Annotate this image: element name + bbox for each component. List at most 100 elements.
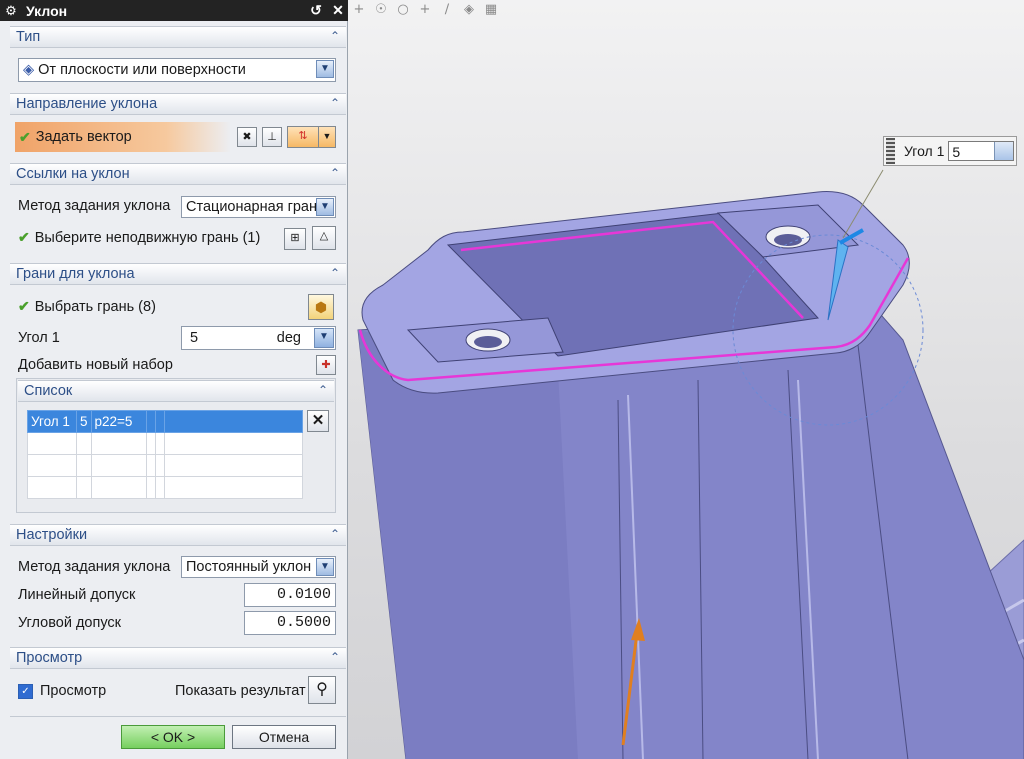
surface-icon: ◈ [23, 62, 35, 78]
dialog-footer [10, 716, 346, 717]
dialog-titlebar[interactable]: ⚙ Уклон ↺ ✕ [0, 0, 348, 21]
callout-angle-label: Угол 1 [904, 143, 945, 159]
chevron-up-icon[interactable]: ⌃ [318, 383, 328, 397]
section-faces-header[interactable]: Грани для уклона ⌃ [10, 263, 346, 285]
fixed-face-row[interactable]: ✔ Выберите неподвижную грань (1) [18, 229, 260, 246]
table-cell-expr: p22=5 [90, 410, 147, 433]
chevron-up-icon[interactable]: ⌃ [330, 527, 340, 541]
magnifier-icon[interactable]: ⚲ [308, 676, 336, 704]
draft-method-label: Метод задания уклона [18, 198, 171, 214]
table-cell [163, 432, 304, 455]
draft-method-value: Стационарная грань [186, 199, 325, 215]
fixed-face-label: Выберите неподвижную грань (1) [34, 229, 261, 246]
section-settings-header[interactable]: Настройки ⌃ [10, 524, 346, 546]
table-cell [145, 432, 156, 455]
table-cell [27, 454, 77, 477]
section-faces-title: Грани для уклона [16, 266, 135, 282]
cancel-button[interactable]: Отмена [232, 725, 336, 749]
preview-checkbox-row[interactable]: ✓ Просмотр [18, 683, 106, 699]
face-set-table[interactable]: Угол 1 5 p22=5 [27, 410, 304, 499]
infer-vector-icon[interactable]: ⊥ [262, 127, 282, 147]
section-references-header[interactable]: Ссылки на уклон ⌃ [10, 163, 346, 185]
close-icon[interactable]: ✕ [328, 1, 348, 20]
table-cell [163, 410, 304, 433]
list-header[interactable]: Список ⌃ [18, 380, 334, 402]
table-cell [76, 476, 92, 499]
table-cell [145, 410, 156, 433]
gear-icon: ⚙ [5, 2, 17, 18]
table-cell [145, 454, 156, 477]
check-icon: ✔ [18, 229, 30, 245]
draft-dialog: ⚙ Уклон ↺ ✕ Тип ⌃ ◈ От плоскости или пов… [0, 0, 348, 759]
chevron-up-icon[interactable]: ⌃ [330, 266, 340, 280]
face-select-icon[interactable]: ⊞ [284, 228, 306, 250]
select-face-label: Выбрать грань (8) [34, 298, 156, 315]
specify-vector-label: Задать вектор [35, 129, 132, 145]
callout-grip-icon[interactable] [886, 138, 895, 164]
section-direction-title: Направление уклона [16, 96, 158, 112]
vector-type-icon[interactable]: ⇅ [287, 126, 319, 148]
section-references-title: Ссылки на уклон [16, 166, 130, 182]
linear-tolerance-input[interactable]: 0.0100 [244, 583, 336, 607]
plane-icon[interactable]: △ [312, 226, 336, 250]
table-cell [27, 432, 77, 455]
settings-method-value: Постоянный уклон [186, 559, 312, 575]
table-row[interactable] [27, 432, 304, 455]
angular-tolerance-input[interactable]: 0.5000 [244, 611, 336, 635]
chevron-up-icon[interactable]: ⌃ [330, 166, 340, 180]
table-cell [76, 432, 92, 455]
angle-input[interactable]: 5 deg ▼ [181, 326, 336, 350]
chevron-down-icon[interactable] [994, 142, 1014, 160]
preview-checkbox[interactable]: ✓ [18, 683, 33, 699]
show-result-label: Показать результат [175, 683, 306, 699]
section-type-header[interactable]: Тип ⌃ [10, 26, 346, 48]
ok-button[interactable]: < OK > [121, 725, 225, 749]
angular-tolerance-label: Угловой допуск [18, 615, 122, 631]
face-icon[interactable]: ⬢ [308, 294, 334, 320]
settings-method-select[interactable]: Постоянный уклон ▼ [181, 556, 336, 578]
table-cell [154, 410, 165, 433]
preview-label: Просмотр [40, 683, 107, 699]
chevron-down-icon[interactable]: ▼ [316, 558, 334, 576]
callout-angle-value: 5 [952, 144, 961, 160]
chevron-down-icon[interactable]: ▼ [314, 328, 334, 348]
part-model[interactable] [348, 0, 1024, 759]
section-settings-title: Настройки [16, 527, 88, 543]
angle-value: 5 [190, 330, 199, 346]
section-direction-header[interactable]: Направление уклона ⌃ [10, 93, 346, 115]
check-icon: ✔ [19, 128, 31, 145]
angle-label: Угол 1 [18, 330, 60, 346]
table-cell [90, 476, 147, 499]
angle-callout[interactable]: Угол 1 5 [883, 136, 1017, 166]
table-cell [154, 476, 165, 499]
chevron-down-icon[interactable]: ▼ [316, 198, 334, 216]
table-cell [163, 476, 304, 499]
delete-icon[interactable]: ✕ [307, 410, 329, 432]
chevron-up-icon[interactable]: ⌃ [330, 650, 340, 664]
table-row[interactable] [27, 476, 304, 499]
table-row[interactable] [27, 454, 304, 477]
chevron-down-icon[interactable]: ▼ [318, 126, 336, 148]
chevron-down-icon[interactable]: ▼ [316, 60, 334, 78]
section-preview-header[interactable]: Просмотр ⌃ [10, 647, 346, 669]
select-face-row[interactable]: ✔ Выбрать грань (8) [18, 298, 156, 315]
table-cell [163, 454, 304, 477]
callout-angle-input[interactable]: 5 [948, 141, 1015, 161]
table-cell [90, 454, 147, 477]
graphics-viewport[interactable]: + ☉ ○ + ∕ ◈ ▦ [348, 0, 1024, 759]
vector-dialog-icon[interactable]: ✖ [237, 127, 257, 147]
settings-method-label: Метод задания уклона [18, 559, 171, 575]
linear-tolerance-label: Линейный допуск [18, 587, 136, 603]
add-set-label: Добавить новый набор [18, 357, 173, 373]
add-set-icon[interactable]: ✚ [316, 355, 336, 375]
section-preview-title: Просмотр [16, 650, 83, 666]
table-cell [154, 432, 165, 455]
draft-method-select[interactable]: Стационарная грань ▼ [181, 196, 336, 218]
reset-icon[interactable]: ↺ [306, 1, 326, 20]
table-row[interactable]: Угол 1 5 p22=5 [27, 410, 304, 433]
chevron-up-icon[interactable]: ⌃ [330, 96, 340, 110]
type-select[interactable]: ◈ От плоскости или поверхности ▼ [18, 58, 336, 82]
type-select-value: От плоскости или поверхности [38, 62, 246, 78]
chevron-up-icon[interactable]: ⌃ [330, 29, 340, 43]
specify-vector-row[interactable]: ✔ Задать вектор [15, 122, 231, 152]
